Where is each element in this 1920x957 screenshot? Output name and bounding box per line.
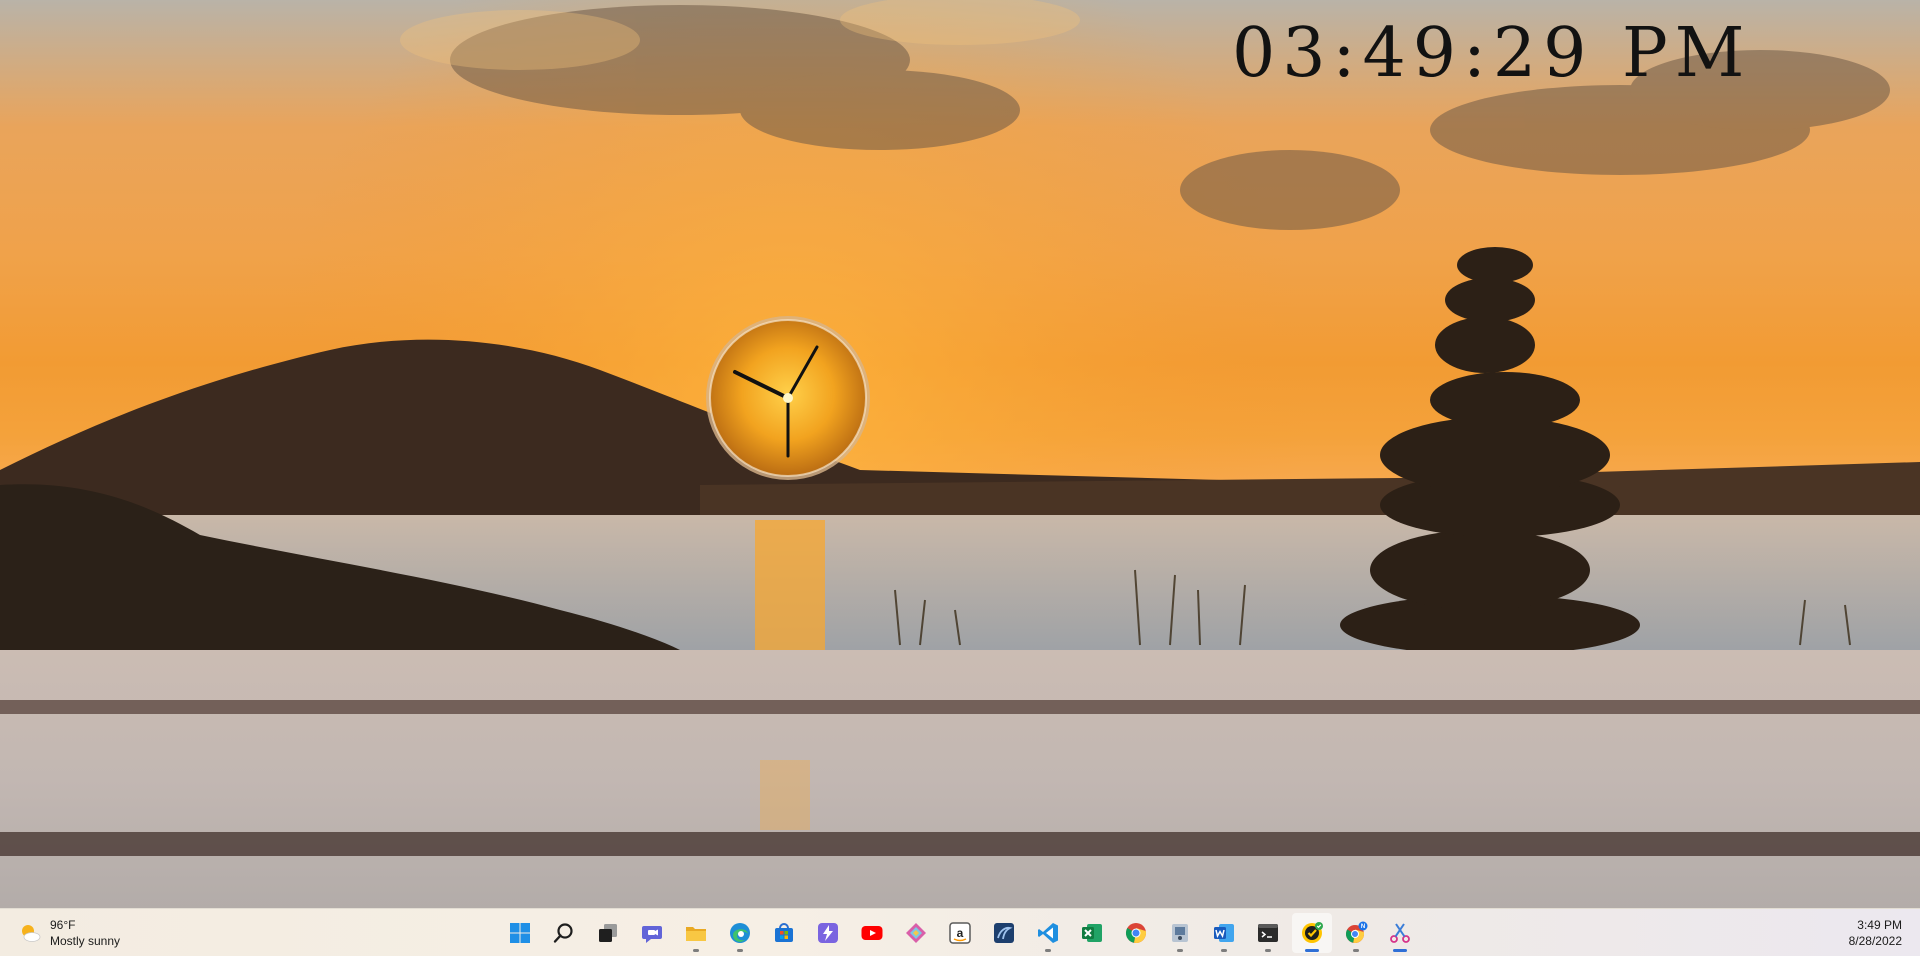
chrome-profile-button[interactable]: N — [1336, 913, 1376, 953]
profile-badge: N — [1361, 924, 1365, 930]
store-icon — [775, 923, 793, 942]
weather-condition: Mostly sunny — [50, 934, 121, 948]
system-date: 8/28/2022 — [1848, 934, 1902, 948]
taskbar-app-list: a N — [498, 909, 1422, 957]
amazon-button[interactable]: a — [940, 913, 980, 953]
paint-tool-button[interactable] — [1160, 913, 1200, 953]
chrome-button[interactable] — [1116, 913, 1156, 953]
task-view-icon — [599, 924, 617, 942]
word-icon — [1214, 924, 1234, 942]
youtube-icon — [861, 926, 883, 940]
weather-widget[interactable]: 96°F Mostly sunny — [18, 915, 120, 951]
vscode-icon — [1038, 923, 1058, 943]
start-button[interactable] — [500, 913, 540, 953]
paint-tool-icon — [1172, 924, 1188, 942]
snipping-tool-button[interactable] — [1380, 913, 1420, 953]
windows-logo-icon — [510, 923, 530, 943]
youtube-button[interactable] — [852, 913, 892, 953]
vscode-button[interactable] — [1028, 913, 1068, 953]
edge-icon — [730, 923, 750, 943]
search-button[interactable] — [544, 913, 584, 953]
file-explorer-button[interactable] — [676, 913, 716, 953]
desktop-wallpaper: 03:49:29 PM — [0, 0, 1920, 908]
snipping-tool-icon — [1390, 923, 1410, 943]
power-automate-icon — [818, 923, 838, 943]
running-indicator — [1221, 949, 1227, 952]
norton-icon — [1302, 922, 1323, 943]
running-indicator — [1045, 949, 1051, 952]
amazon-icon: a — [949, 922, 971, 944]
system-time: 3:49 PM — [1857, 918, 1902, 932]
folder-icon — [686, 927, 706, 941]
task-view-button[interactable] — [588, 913, 628, 953]
power-automate-button[interactable] — [808, 913, 848, 953]
terminal-icon — [1258, 924, 1278, 942]
active-indicator — [1305, 949, 1319, 952]
chat-button[interactable] — [632, 913, 672, 953]
taskbar: 96°F Mostly sunny a N 3:49 PM 8/28/2022 — [0, 908, 1920, 956]
digital-clock-widget: 03:49:29 PM — [1232, 14, 1752, 93]
active-indicator — [1393, 949, 1407, 952]
sun-cloud-icon — [22, 925, 41, 942]
norton-button[interactable] — [1292, 913, 1332, 953]
excel-icon — [1082, 924, 1102, 942]
svg-text:a: a — [957, 926, 964, 940]
word-button[interactable] — [1204, 913, 1244, 953]
chrome-icon — [1125, 923, 1147, 944]
terminal-button[interactable] — [1248, 913, 1288, 953]
edge-button[interactable] — [720, 913, 760, 953]
running-indicator — [737, 949, 743, 952]
git-app-button[interactable] — [896, 913, 936, 953]
sql-server-icon — [994, 923, 1014, 943]
sunset-lake-landscape — [0, 0, 1920, 908]
chat-icon — [642, 926, 662, 943]
running-indicator — [1265, 949, 1271, 952]
weather-temperature: 96°F — [50, 918, 76, 932]
running-indicator — [1353, 949, 1359, 952]
running-indicator — [693, 949, 699, 952]
system-clock[interactable]: 3:49 PM 8/28/2022 — [1849, 917, 1902, 949]
diamond-icon — [906, 923, 926, 943]
search-icon — [553, 923, 573, 943]
running-indicator — [1177, 949, 1183, 952]
store-button[interactable] — [764, 913, 804, 953]
analog-clock-widget — [706, 316, 870, 480]
sql-server-button[interactable] — [984, 913, 1024, 953]
excel-button[interactable] — [1072, 913, 1112, 953]
chrome-profile-icon: N — [1346, 921, 1368, 943]
